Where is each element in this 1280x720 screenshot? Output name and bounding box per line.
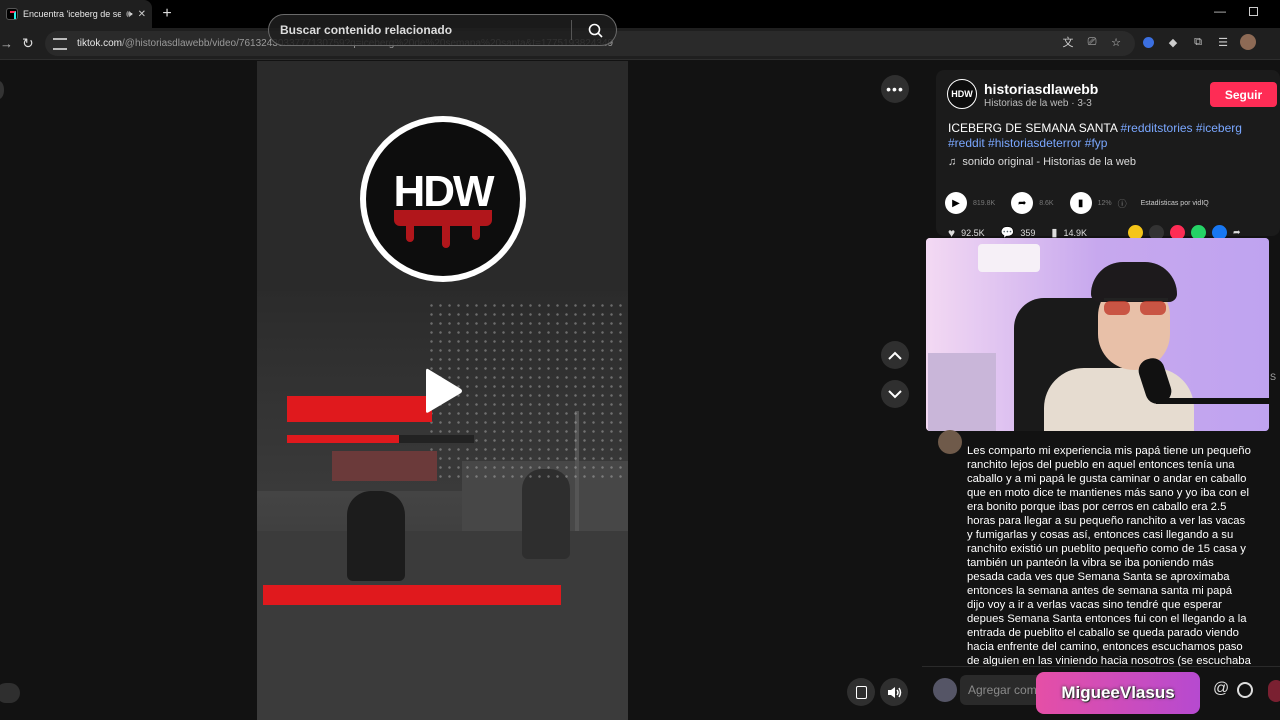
minimize-icon[interactable]: — [1214,4,1226,18]
search-input[interactable]: Buscar contenido relacionado [280,23,571,37]
cast-icon[interactable]: ⎚ [1084,34,1100,50]
tab-close-icon[interactable]: ✕ [138,9,146,20]
tab-strip: Encuentra 'iceberg de semana santa' 🕪 ✕ … [0,0,1280,28]
omnibox-actions: 文 ⎚ ☆ [1060,34,1124,50]
vidiq-label: Estadísticas por vidIQ [1140,199,1209,207]
extensions-bar: ◆ ⧉ ☰ [1140,34,1256,50]
emoji-icon[interactable] [1237,682,1253,698]
pip-icon [855,685,867,699]
music-note-icon: ♫ [948,156,957,168]
related-search-bar[interactable]: Buscar contenido relacionado [268,14,617,46]
hashtag-link[interactable]: #historiasdeterror [988,136,1081,150]
streamer-webcam [926,238,1269,431]
music-row[interactable]: ♫ sonido original - Historias de la web [948,156,1136,168]
chevron-down-icon [888,389,902,398]
browser-tab[interactable]: Encuentra 'iceberg de semana santa' 🕪 ✕ [0,0,152,28]
site-settings-icon[interactable] [53,37,67,50]
left-edge-badge[interactable] [0,683,20,703]
hashtag-link[interactable]: #fyp [1085,136,1108,150]
caption-text: ICEBERG DE SEMANA SANTA [948,121,1121,135]
reading-list-icon[interactable]: ☰ [1215,34,1231,50]
pip-button[interactable] [847,678,875,706]
webcam-glasses [1104,298,1168,315]
translate-icon[interactable]: 文 [1060,34,1076,50]
extension-blue-icon[interactable] [1140,34,1156,50]
search-divider [571,20,572,40]
plays-icon: ▶ [945,192,967,214]
hashtag-link[interactable]: #reddit [948,136,985,150]
video-person [347,491,405,581]
share-arrow-icon: ➦ [1011,192,1034,214]
mention-icon[interactable]: @ [1213,680,1229,698]
plays-count: 819.8K [973,199,996,207]
video-boat [257,531,628,720]
music-title: sonido original - Historias de la web [962,156,1137,168]
creator-avatar[interactable]: HDW [947,79,977,109]
vidiq-stats: ▶ 819.8K ➦ 8.6K ▮ 12% ⓘ Estadísticas por… [945,192,1209,214]
previous-video-button[interactable] [881,341,909,369]
likes-count: 92.5K [961,227,985,238]
comments-count: 359 [1020,227,1036,238]
back-arrow-icon[interactable]: → [0,36,13,51]
info-icon: ⓘ [1117,198,1127,209]
volume-icon [887,686,901,698]
logo-drip-left [406,222,414,242]
url-host: tiktok.com [77,38,123,49]
saves-count: 14.9K [1063,227,1087,238]
new-tab-button[interactable]: + [158,4,176,24]
speaker-icon[interactable]: 🕪 [126,9,132,20]
puzzle-icon[interactable]: ⧉ [1190,34,1206,50]
creator-subtitle: Historias de la web · 3-3 [984,98,1092,109]
video-red-bar [287,396,432,422]
extension-diamond-icon[interactable]: ◆ [1165,34,1181,50]
post-comment-icon[interactable] [1268,680,1280,702]
share-more-icon[interactable]: ➦ [1233,227,1241,238]
post-caption: ICEBERG DE SEMANA SANTA #redditstories #… [948,121,1273,151]
left-edge-button[interactable] [0,81,4,99]
hdw-logo: HDW [360,116,526,282]
reload-icon[interactable]: ↻ [22,35,34,52]
logo-drip-right [472,222,480,240]
search-icon[interactable] [582,23,608,38]
video-red-block [332,451,437,481]
video-player[interactable]: HDW [257,61,628,720]
more-dots-icon: ••• [886,81,904,97]
maximize-icon[interactable] [1249,7,1258,16]
side-text-fragment: S [1270,372,1277,382]
comment-text: Les comparto mi experiencia mis papá tie… [967,445,1251,666]
my-avatar [933,678,957,702]
video-red-stripe [287,435,474,443]
streamer-name-overlay: MigueeVlasus [1036,672,1200,714]
webcam-streamer-hair [1091,262,1177,302]
volume-button[interactable] [880,678,908,706]
more-options-button[interactable]: ••• [881,75,909,103]
bookmark-star-icon[interactable]: ☆ [1108,34,1124,50]
play-icon[interactable] [424,367,464,415]
profile-avatar[interactable] [1240,34,1256,50]
tiktok-favicon-icon [6,8,18,20]
bar-chart-icon: ▮ [1069,192,1092,214]
webcam-shelf [928,353,996,431]
percent-stat: 12% [1097,199,1112,207]
webcam-mic-arm [1156,398,1269,404]
tab-title: Encuentra 'iceberg de semana santa' [23,9,122,19]
video-person-second [522,469,570,559]
shares-count: 8.6K [1039,199,1054,207]
webcam-air-conditioner [978,244,1040,272]
next-video-button[interactable] [881,380,909,408]
creator-username[interactable]: historiasdlawebb [984,81,1098,97]
hashtag-link[interactable]: #redditstories [1121,121,1193,135]
commenter-avatar[interactable] [938,430,962,454]
hdw-logo-inner: HDW [366,122,520,276]
chevron-up-icon [888,351,902,360]
hashtag-link[interactable]: #iceberg [1196,121,1242,135]
logo-drip-middle [442,222,450,248]
follow-button[interactable]: Seguir [1210,82,1277,107]
video-red-banner [263,585,561,605]
